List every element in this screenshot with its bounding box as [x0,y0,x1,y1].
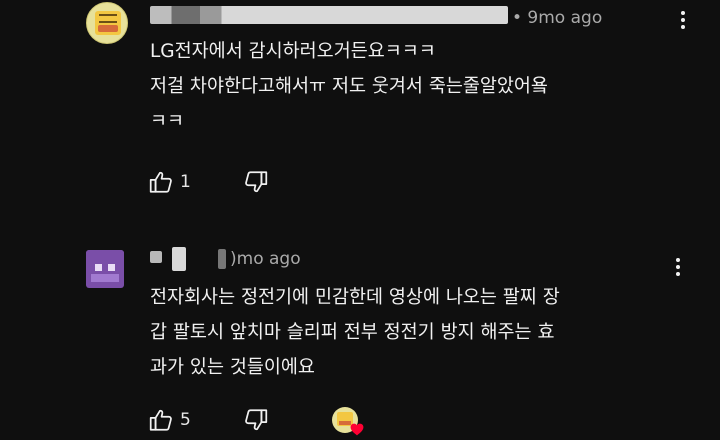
comment-actions: 5 [148,406,269,434]
comment-line: ㅋㅋ [150,111,185,132]
comment-timestamp[interactable]: )mo ago [230,249,301,269]
thumbs-up-icon[interactable] [148,407,174,433]
comment-line: LG전자에서 감시하러오거든요ㅋㅋㅋ [150,41,436,62]
comment-timestamp[interactable]: • 9mo ago [512,8,602,28]
thumbs-up-icon[interactable] [148,169,174,195]
comment-line: 전자회사는 정전기에 민감한데 영상에 나오는 팔찌 장 [150,287,560,308]
comment-2: )mo ago 전자회사는 정전기에 민감한데 영상에 나오는 팔찌 장 갑 팔… [0,225,720,434]
author-name-redacted[interactable] [172,247,186,271]
thumbs-down-icon[interactable] [243,407,269,433]
commenter-avatar[interactable] [86,250,124,288]
comment-line: 과가 있는 것들이에요 [150,357,315,378]
comment-actions: 1 [148,168,269,196]
commenter-avatar[interactable] [86,2,128,44]
like-count: 1 [180,172,191,192]
more-vertical-icon[interactable] [676,255,682,279]
comment-line: 갑 팔토시 앞치마 슬리퍼 전부 정전기 방지 해주는 효 [150,322,555,343]
comment-line: 저걸 차야한다고해서ㅠ 저도 웃겨서 죽는줄알았어욬 [150,76,548,97]
author-name-redacted[interactable] [218,249,226,269]
like-count: 5 [180,410,191,430]
comment-text: LG전자에서 감시하러오거든요ㅋㅋㅋ 저걸 차야한다고해서ㅠ 저도 웃겨서 죽는… [150,34,548,139]
author-name-redacted[interactable] [150,6,508,24]
comment-1: • 9mo ago LG전자에서 감시하러오거든요ㅋㅋㅋ 저걸 차야한다고해서ㅠ… [0,0,720,215]
author-name-redacted[interactable] [150,251,162,263]
thumbs-down-icon[interactable] [243,169,269,195]
more-vertical-icon[interactable] [681,8,687,32]
heart-icon [350,421,364,440]
comment-text: 전자회사는 정전기에 민감한데 영상에 나오는 팔찌 장 갑 팔토시 앞치마 슬… [150,280,560,385]
